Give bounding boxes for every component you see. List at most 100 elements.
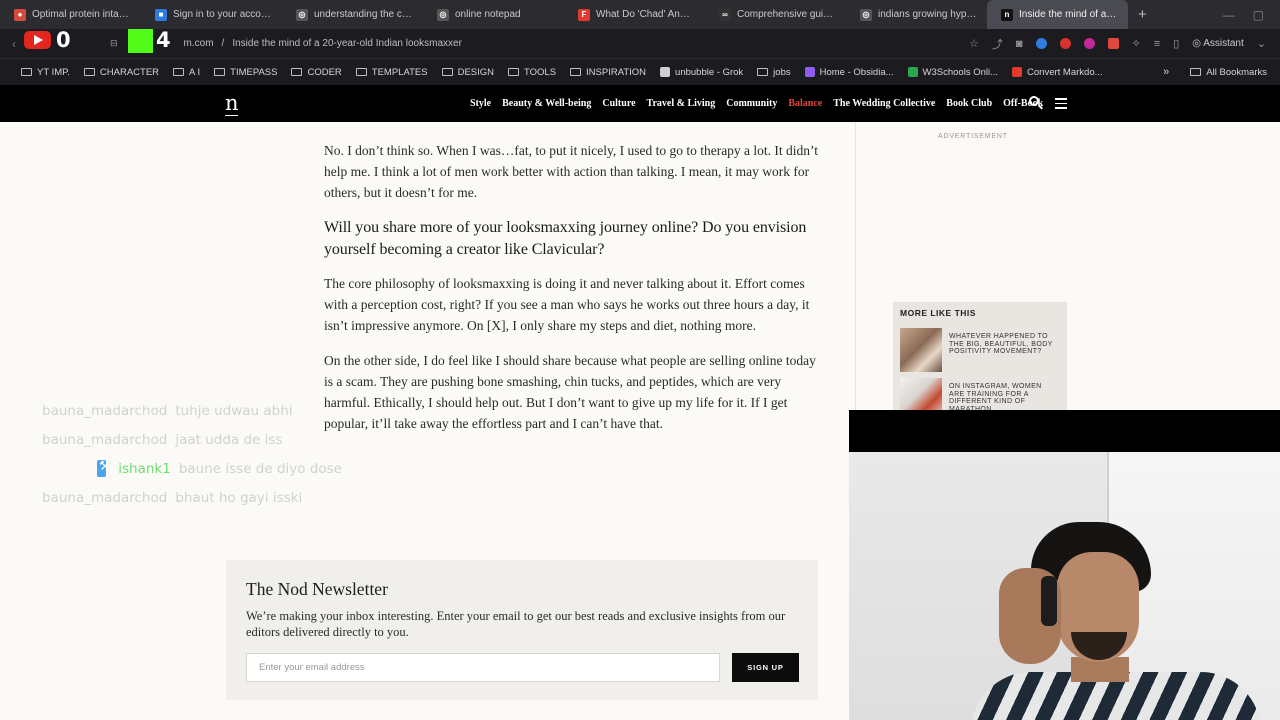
bookmark-item[interactable]: W3Schools Onli... [901,67,1006,78]
related-article-thumbnail[interactable] [900,328,942,372]
tab-title: understanding the concep [314,9,413,20]
site-logo[interactable]: n [225,93,239,116]
extension-record-icon[interactable] [1059,38,1071,49]
folder-icon [83,68,95,76]
bookmark-item[interactable]: unbubble - Grok [653,67,750,78]
extension-pocket-icon[interactable] [1107,38,1119,49]
related-article-title[interactable]: ON INSTAGRAM, WOMEN ARE TRAINING FOR A D… [949,383,1059,410]
bookmark-item[interactable]: TEMPLATES [349,67,435,78]
browser-tab[interactable]: ◎ indians growing hype ove [846,0,987,29]
chat-username: bauna_madarchod [42,402,168,419]
browser-tab[interactable]: n Inside the mind of a 20-ye [987,0,1128,29]
bookmark-item[interactable]: TOOLS [501,67,563,78]
chat-username: ishank1 [118,460,171,477]
tab-title: Comprehensive guide to c [737,9,836,20]
nav-link-style[interactable]: Style [470,98,491,109]
search-icon[interactable] [1029,96,1039,106]
tab-list-icon[interactable]: ≡ [1154,38,1160,50]
chat-username: bauna_madarchod [42,489,168,506]
chat-text: bhaut ho gayi isski [175,489,303,506]
bookmark-item[interactable]: Home - Obsidia... [798,67,901,78]
email-input[interactable] [246,653,720,682]
nav-link-balance[interactable]: Balance [788,98,822,109]
hamburger-menu-icon[interactable] [1055,98,1067,112]
folder-icon [355,68,367,76]
bookmark-star-icon[interactable]: ☆ [969,37,979,50]
bookmark-item[interactable]: Convert Markdo... [1005,67,1110,78]
bookmark-label: TEMPLATES [371,66,428,78]
extensions-puzzle-icon[interactable]: ✧ [1132,37,1141,50]
bookmark-label: Home - Obsidia... [819,66,894,78]
related-article-thumbnail[interactable] [900,378,942,410]
back-icon[interactable]: ‹ [12,37,16,51]
address-bar-row: ‹ › ⊟ m.com / Inside the mind of a 20-ye… [0,29,1280,58]
nav-buttons: ‹ › [0,37,104,51]
browser-tab[interactable]: ■ Sign in to your account [141,0,282,29]
webcam-frame-top [849,410,1280,452]
assistant-button[interactable]: ◎ Assistant [1192,38,1244,49]
nav-link-culture[interactable]: Culture [602,98,635,109]
extension-music-icon[interactable] [1083,38,1095,49]
tab-favicon-icon: ◎ [860,8,872,21]
bookmark-item[interactable]: YT IMP. [14,67,77,78]
tab-title: Optimal protein intake pe [32,9,131,20]
webcam-feed [849,452,1280,720]
bookmark-label: CHARACTER [99,66,160,78]
window-controls: — ▢ [1223,8,1280,22]
tab-title: Inside the mind of a 20-ye [1019,9,1118,20]
related-article-title[interactable]: WHATEVER HAPPENED TO THE BIG, BEAUTIFUL,… [949,333,1059,356]
minimize-icon[interactable]: — [1223,8,1235,22]
more-bookmarks-icon[interactable]: » [1163,66,1169,78]
bookmark-label: Convert Markdo... [1027,66,1103,78]
bookmark-item[interactable]: A I [166,67,207,78]
kick-viewer-count: 4 [156,28,171,52]
bookmark-label: A I [189,66,201,78]
chevron-down-icon[interactable]: ⌄ [1257,37,1266,50]
more-like-this-box: MORE LIKE THIS WHATEVER HAPPENED TO THE … [893,302,1067,410]
camera-icon[interactable]: ◙ [1016,38,1023,50]
chat-message: bauna_madarchod jaat udda de iss [42,425,342,454]
youtube-icon [24,31,51,49]
folder-icon [291,68,303,76]
extension-icon[interactable] [1035,38,1047,49]
browser-tab[interactable]: ● Optimal protein intake pe [0,0,141,29]
browser-tab[interactable]: ∞ Comprehensive guide to c [705,0,846,29]
share-icon[interactable]: ⤴ [992,36,1003,52]
bookmark-label: W3Schools Onli... [922,66,999,78]
tab-strip: ● Optimal protein intake pe ■ Sign in to yo… [0,0,1128,29]
nav-link-beauty-well-being[interactable]: Beauty & Well-being [502,98,591,109]
folder-icon [508,68,520,76]
kick-icon [128,29,153,53]
bookmark-item[interactable]: jobs [750,67,797,78]
browser-tab[interactable]: ◎ online notepad [423,0,564,29]
all-bookmarks-button[interactable]: All Bookmarks [1183,67,1274,78]
bookmark-label: unbubble - Grok [675,66,744,78]
new-tab-button[interactable]: + [1128,6,1157,23]
nav-link-community[interactable]: Community [726,98,777,109]
site-info-icon[interactable]: ⊟ [110,38,118,49]
related-article[interactable]: WHATEVER HAPPENED TO THE BIG, BEAUTIFUL,… [900,328,1062,374]
folder-icon [214,68,226,76]
site-header: n Style Beauty & Well-being Culture Travel … [0,85,1280,122]
sign-up-button[interactable]: SIGN UP [732,653,799,682]
article-body: No. I don’t think so. When I was…fat, to… [324,140,824,448]
bookmark-item[interactable]: CHARACTER [77,67,166,78]
bookmark-item[interactable]: INSPIRATION [563,67,653,78]
bookmark-item[interactable]: CODER [284,67,348,78]
address-domain: m.com [183,38,214,49]
related-article[interactable]: ON INSTAGRAM, WOMEN ARE TRAINING FOR A D… [900,378,1062,410]
article-paragraph: On the other side, I do feel like I shou… [324,353,816,431]
moderator-badge-icon [97,459,111,477]
bookmarks-bar: YT IMP. CHARACTER A I TIMEPASS CODER TEMPLATE… [0,58,1280,85]
bookmark-item[interactable]: TIMEPASS [207,67,284,78]
bookmark-item[interactable]: DESIGN [435,67,501,78]
tab-title: online notepad [455,9,521,20]
sidebar-icon[interactable]: ▯ [1173,37,1179,50]
nav-link-the-wedding-collective[interactable]: The Wedding Collective [833,98,935,109]
maximize-icon[interactable]: ▢ [1253,8,1264,22]
browser-tab[interactable]: ◎ understanding the concep [282,0,423,29]
tab-title: Sign in to your account [173,9,272,20]
nav-link-book-club[interactable]: Book Club [946,98,992,109]
nav-link-travel-living[interactable]: Travel & Living [647,98,716,109]
browser-tab[interactable]: F What Do 'Chad' And 'Chu [564,0,705,29]
